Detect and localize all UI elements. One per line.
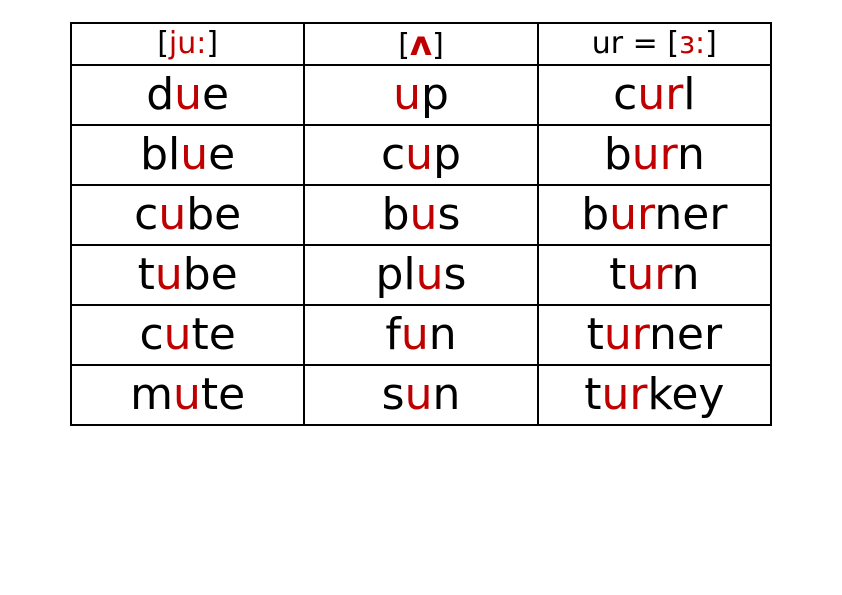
text-segment: ur [604, 309, 649, 360]
text-segment: f [385, 309, 401, 360]
word-cell: cup [304, 125, 537, 185]
word-cell: burn [538, 125, 771, 185]
word-cell: up [304, 65, 537, 125]
text-segment: ur [637, 69, 683, 120]
text-segment: u [416, 249, 444, 300]
text-segment: ɜ: [679, 26, 705, 61]
phonics-table: [ju:][ʌ]ur = [ɜ:] dueupcurlbluecupburncu… [70, 22, 772, 426]
text-segment: u [173, 369, 201, 420]
text-segment: u [180, 129, 208, 180]
word-cell: tube [71, 245, 304, 305]
text-segment: n [432, 369, 460, 420]
text-segment: t [587, 309, 604, 360]
text-segment: p [421, 69, 449, 120]
text-segment: u [155, 249, 183, 300]
text-segment: key [647, 369, 724, 420]
word-cell: mute [71, 365, 304, 425]
column-header: [ʌ] [304, 23, 537, 65]
text-segment: u [164, 309, 192, 360]
text-segment: ner [649, 309, 722, 360]
word-cell: plus [304, 245, 537, 305]
text-segment: ur = [ [592, 26, 679, 61]
text-segment: l [683, 69, 695, 120]
table-row: bluecupburn [71, 125, 771, 185]
page-wrapper: [ju:][ʌ]ur = [ɜ:] dueupcurlbluecupburncu… [0, 0, 842, 426]
text-segment: te [201, 369, 245, 420]
text-segment: u [158, 189, 186, 240]
table-row: dueupcurl [71, 65, 771, 125]
word-cell: curl [538, 65, 771, 125]
text-segment: c [139, 309, 163, 360]
text-segment: ur [632, 129, 677, 180]
word-cell: burner [538, 185, 771, 245]
word-cell: turkey [538, 365, 771, 425]
text-segment: u [410, 189, 438, 240]
text-segment: ʌ [410, 24, 432, 64]
word-cell: sun [304, 365, 537, 425]
table-row: tubeplusturn [71, 245, 771, 305]
text-segment: t [138, 249, 155, 300]
text-segment: p [433, 129, 461, 180]
text-segment: c [381, 129, 405, 180]
text-segment: m [130, 369, 173, 420]
text-segment: bl [140, 129, 180, 180]
text-segment: t [609, 249, 626, 300]
text-segment: ur [609, 189, 654, 240]
column-header: [ju:] [71, 23, 304, 65]
text-segment: c [134, 189, 158, 240]
word-cell: blue [71, 125, 304, 185]
text-segment: n [672, 249, 700, 300]
text-segment: [ [157, 26, 169, 61]
table-row: cubebusburner [71, 185, 771, 245]
word-cell: bus [304, 185, 537, 245]
table-row: mutesunturkey [71, 365, 771, 425]
word-cell: cube [71, 185, 304, 245]
table-row: cutefunturner [71, 305, 771, 365]
text-segment: s [444, 249, 467, 300]
text-segment: u [393, 69, 421, 120]
text-segment: b [604, 129, 632, 180]
text-segment: te [192, 309, 236, 360]
text-segment: u [405, 369, 433, 420]
text-segment: u [405, 129, 433, 180]
text-segment: ju: [169, 26, 206, 61]
text-segment: u [174, 69, 202, 120]
text-segment: s [437, 189, 460, 240]
text-segment: u [401, 309, 429, 360]
text-segment: ] [705, 26, 717, 61]
text-segment: ] [206, 26, 218, 61]
text-segment: [ [398, 28, 410, 63]
column-header: ur = [ɜ:] [538, 23, 771, 65]
text-segment: n [429, 309, 457, 360]
text-segment: be [186, 189, 241, 240]
text-segment: ner [654, 189, 727, 240]
text-segment: be [183, 249, 238, 300]
text-segment: t [584, 369, 601, 420]
text-segment: ] [432, 28, 444, 63]
text-segment: ur [626, 249, 671, 300]
text-segment: c [613, 69, 637, 120]
text-segment: d [146, 69, 174, 120]
text-segment: e [202, 69, 229, 120]
header-row: [ju:][ʌ]ur = [ɜ:] [71, 23, 771, 65]
word-cell: cute [71, 305, 304, 365]
text-segment: s [382, 369, 405, 420]
word-cell: turn [538, 245, 771, 305]
text-segment: pl [376, 249, 416, 300]
word-cell: due [71, 65, 304, 125]
text-segment: b [581, 189, 609, 240]
table-body: dueupcurlbluecupburncubebusburnertubeplu… [71, 65, 771, 425]
text-segment: n [677, 129, 705, 180]
text-segment: e [208, 129, 235, 180]
word-cell: turner [538, 305, 771, 365]
word-cell: fun [304, 305, 537, 365]
table-header: [ju:][ʌ]ur = [ɜ:] [71, 23, 771, 65]
text-segment: b [382, 189, 410, 240]
text-segment: ur [601, 369, 647, 420]
